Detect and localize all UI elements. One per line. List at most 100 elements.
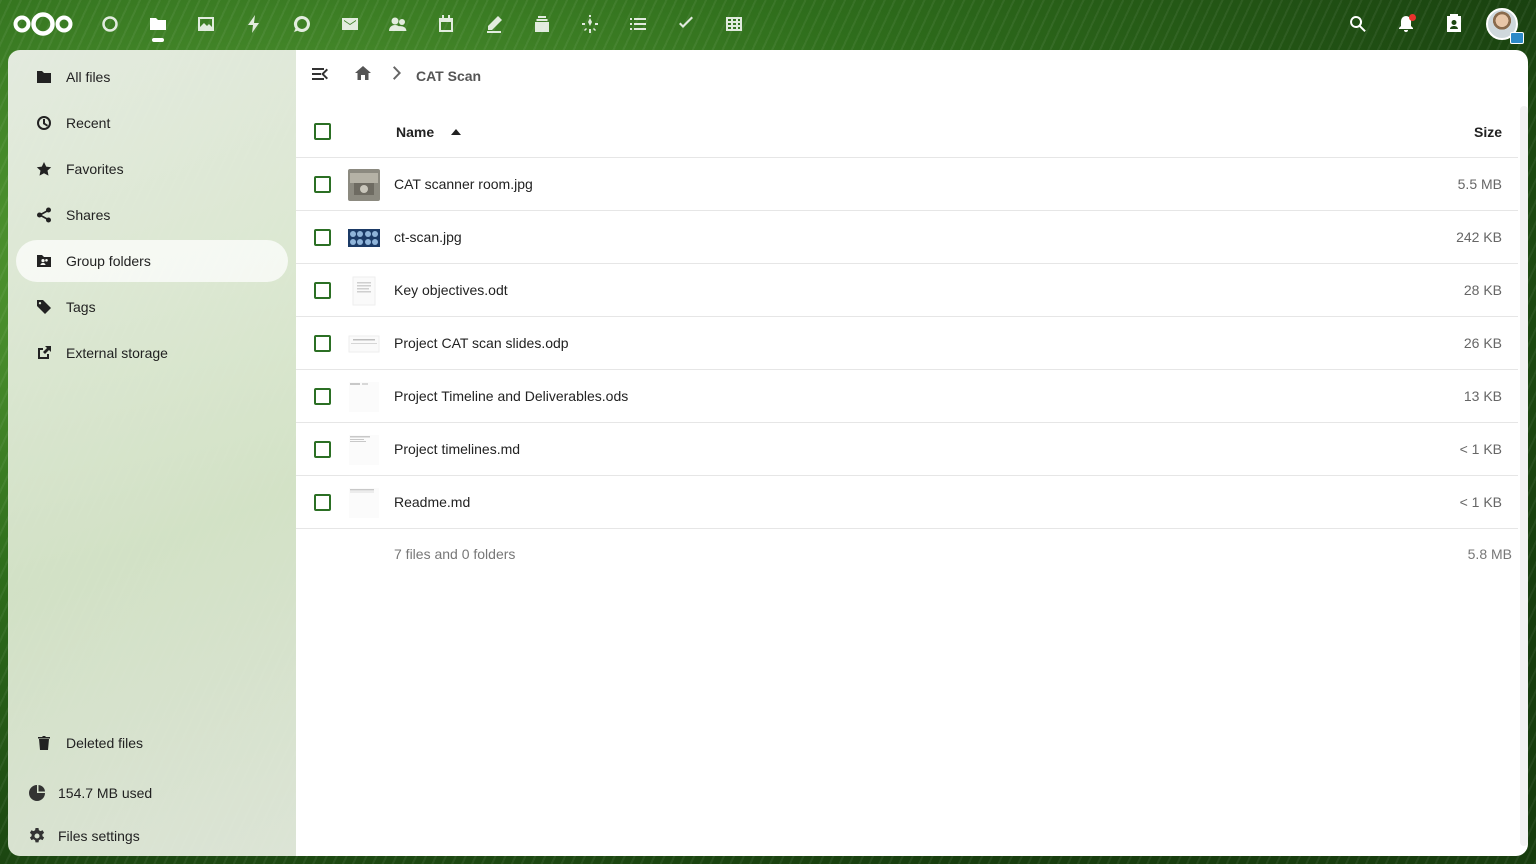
notes-icon[interactable] bbox=[470, 0, 518, 48]
star-icon bbox=[36, 162, 52, 176]
files-toolbar: CAT Scan bbox=[296, 50, 1528, 102]
sidebar-item-deleted-files[interactable]: Deleted files bbox=[16, 722, 288, 764]
tasks-icon[interactable] bbox=[662, 0, 710, 48]
notification-badge bbox=[1409, 14, 1416, 21]
share-icon bbox=[37, 207, 51, 223]
calendar-icon[interactable] bbox=[422, 0, 470, 48]
column-header-name[interactable]: Name bbox=[396, 124, 434, 140]
user-avatar[interactable] bbox=[1486, 8, 1524, 44]
list-icon[interactable] bbox=[614, 0, 662, 48]
group-folder-icon bbox=[37, 255, 51, 267]
breadcrumb-current[interactable]: CAT Scan bbox=[416, 68, 481, 84]
files-settings-label: Files settings bbox=[58, 828, 140, 844]
files-settings-button[interactable]: Files settings bbox=[16, 816, 288, 856]
table-row[interactable]: Project CAT scan slides.odp 26 KB bbox=[296, 317, 1518, 370]
table-row[interactable]: Project timelines.md < 1 KB bbox=[296, 423, 1518, 476]
file-size: 242 KB bbox=[1456, 229, 1502, 245]
sidebar-item-external-storage[interactable]: External storage bbox=[16, 332, 288, 374]
sidebar-item-label: External storage bbox=[66, 345, 168, 361]
row-checkbox[interactable] bbox=[314, 335, 331, 352]
sidebar-item-label: Recent bbox=[66, 115, 111, 131]
files-icon[interactable] bbox=[134, 0, 182, 48]
assistant-icon[interactable] bbox=[566, 0, 614, 48]
row-checkbox[interactable] bbox=[314, 388, 331, 405]
file-name[interactable]: ct-scan.jpg bbox=[394, 229, 462, 245]
avatar-status-icon bbox=[1510, 32, 1524, 44]
table-row[interactable]: Readme.md < 1 KB bbox=[296, 476, 1518, 529]
search-icon[interactable] bbox=[1334, 0, 1382, 48]
files-sidebar: All files Recent Favorites Shares Group … bbox=[8, 50, 296, 856]
header-right bbox=[1334, 0, 1524, 48]
sidebar-item-favorites[interactable]: Favorites bbox=[16, 148, 288, 190]
table-row[interactable]: Project Timeline and Deliverables.ods 13… bbox=[296, 370, 1518, 423]
activity-icon[interactable] bbox=[230, 0, 278, 48]
spreadsheet-thumbnail-icon bbox=[348, 381, 380, 413]
photos-icon[interactable] bbox=[182, 0, 230, 48]
text-thumbnail-icon bbox=[348, 487, 380, 519]
sidebar-item-label: Deleted files bbox=[66, 735, 144, 751]
file-size: 28 KB bbox=[1463, 282, 1502, 298]
folder-icon bbox=[37, 71, 51, 83]
file-list-header: Name Size bbox=[296, 106, 1518, 158]
sidebar-item-label: Tags bbox=[66, 299, 96, 315]
file-name[interactable]: Readme.md bbox=[394, 494, 470, 510]
file-name[interactable]: Project Timeline and Deliverables.ods bbox=[394, 388, 628, 404]
contacts-menu-icon[interactable] bbox=[1430, 0, 1478, 48]
sidebar-item-label: Shares bbox=[66, 207, 111, 223]
scrollbar[interactable] bbox=[1520, 106, 1528, 846]
storage-used-text: 154.7 MB used bbox=[58, 785, 153, 801]
sort-ascending-icon[interactable] bbox=[450, 125, 462, 137]
home-icon[interactable] bbox=[354, 64, 374, 84]
presentation-thumbnail-icon bbox=[348, 328, 380, 360]
row-checkbox[interactable] bbox=[314, 494, 331, 511]
file-name[interactable]: Key objectives.odt bbox=[394, 282, 508, 298]
document-thumbnail-icon bbox=[348, 275, 380, 307]
image-thumbnail-icon bbox=[348, 169, 380, 201]
app-navigation bbox=[86, 0, 758, 48]
sidebar-item-all-files[interactable]: All files bbox=[16, 56, 288, 98]
clock-icon bbox=[37, 116, 51, 130]
file-size: 13 KB bbox=[1463, 388, 1502, 404]
files-main-content: CAT Scan Name Size CAT scanner room.jpg … bbox=[296, 50, 1528, 856]
sidebar-item-label: All files bbox=[66, 69, 111, 85]
notifications-icon[interactable] bbox=[1382, 0, 1430, 48]
text-thumbnail-icon bbox=[348, 434, 380, 466]
files-summary: 7 files and 0 folders bbox=[394, 546, 516, 562]
row-checkbox[interactable] bbox=[314, 441, 331, 458]
top-header bbox=[0, 0, 1536, 48]
external-storage-icon bbox=[38, 346, 51, 359]
chevron-right-icon bbox=[390, 66, 402, 82]
column-header-size[interactable]: Size bbox=[1474, 124, 1502, 140]
storage-quota[interactable]: 154.7 MB used bbox=[16, 773, 288, 813]
sidebar-item-label: Favorites bbox=[66, 161, 124, 177]
select-all-checkbox[interactable] bbox=[314, 123, 331, 140]
row-checkbox[interactable] bbox=[314, 282, 331, 299]
gear-icon bbox=[29, 828, 45, 843]
file-name[interactable]: Project timelines.md bbox=[394, 441, 520, 457]
talk-icon[interactable] bbox=[278, 0, 326, 48]
file-name[interactable]: Project CAT scan slides.odp bbox=[394, 335, 569, 351]
file-size: < 1 KB bbox=[1459, 494, 1502, 510]
deck-icon[interactable] bbox=[518, 0, 566, 48]
sidebar-item-tags[interactable]: Tags bbox=[16, 286, 288, 328]
file-size: 26 KB bbox=[1463, 335, 1502, 351]
dashboard-icon[interactable] bbox=[86, 0, 134, 48]
toggle-sidebar-icon[interactable] bbox=[308, 62, 332, 86]
nextcloud-logo-icon[interactable] bbox=[12, 10, 74, 38]
sidebar-item-group-folders[interactable]: Group folders bbox=[16, 240, 288, 282]
sidebar-item-shares[interactable]: Shares bbox=[16, 194, 288, 236]
contacts-icon[interactable] bbox=[374, 0, 422, 48]
file-name[interactable]: CAT scanner room.jpg bbox=[394, 176, 533, 192]
pie-chart-icon bbox=[29, 785, 45, 801]
mail-icon[interactable] bbox=[326, 0, 374, 48]
table-row[interactable]: ct-scan.jpg 242 KB bbox=[296, 211, 1518, 264]
image-thumbnail-icon bbox=[348, 222, 380, 254]
files-summary-size: 5.8 MB bbox=[1467, 546, 1512, 562]
tables-icon[interactable] bbox=[710, 0, 758, 48]
sidebar-item-recent[interactable]: Recent bbox=[16, 102, 288, 144]
row-checkbox[interactable] bbox=[314, 229, 331, 246]
table-row[interactable]: Key objectives.odt 28 KB bbox=[296, 264, 1518, 317]
table-row[interactable]: CAT scanner room.jpg 5.5 MB bbox=[296, 158, 1518, 211]
tag-icon bbox=[37, 300, 51, 314]
row-checkbox[interactable] bbox=[314, 176, 331, 193]
